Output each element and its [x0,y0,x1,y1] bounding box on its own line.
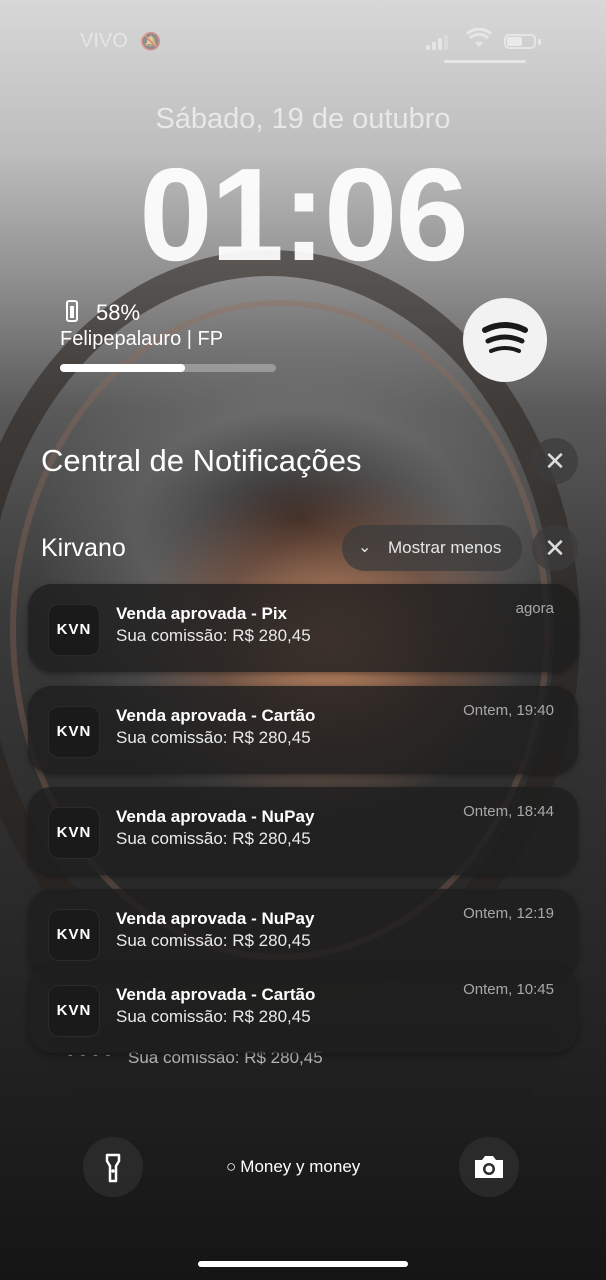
status-bar: VIVO 🔕 [0,27,606,58]
notification-card[interactable]: KVN Venda aprovada - NuPay Sua comissão:… [28,787,578,875]
spotify-icon[interactable] [463,298,547,382]
notification-body: Sua comissão: R$ 280,45 [116,626,311,645]
wifi-icon [465,27,493,56]
battery-percent: 58% [96,300,141,325]
notification-title: Venda aprovada - Cartão [116,706,316,725]
phone-icon [66,300,78,322]
notification-card[interactable]: KVN Venda aprovada - Cartão Sua comissão… [28,965,578,1053]
notification-body: Sua comissão: R$ 280,45 [116,931,311,950]
notification-center-title: Central de Notificações [41,443,362,478]
notification-time: agora [515,600,554,617]
notification-title: Venda aprovada - NuPay [116,807,315,826]
lock-screen: VIVO 🔕 Sábado, 19 de outubro 01:06 58% F… [0,0,606,1280]
close-group-icon[interactable]: ✕ [532,525,578,571]
device-name: Felipepalauro | FP [60,328,224,350]
chevron-down-icon: ⌄ [358,539,372,556]
bell-slash-icon: 🔕 [140,32,162,51]
flashlight-icon[interactable] [83,1137,143,1197]
battery-icon [504,34,536,49]
carrier-label: VIVO [80,30,128,52]
kvn-app-icon: KVN [48,604,100,656]
lock-clock: 01:06 [139,141,469,288]
kvn-app-icon: KVN [48,985,100,1037]
lock-date: Sábado, 19 de outubro [155,103,451,135]
notification-card[interactable]: KVN Venda aprovada - Cartão Sua comissão… [28,686,578,774]
flame-icon: ○ [226,1157,237,1176]
battery-level-bar [60,364,276,372]
battery-tip [538,39,541,45]
now-playing-title: Money y money [240,1157,361,1176]
notification-card[interactable]: KVN Venda aprovada - NuPay Sua comissão:… [28,889,578,977]
notification-card[interactable]: KVN Venda aprovada - Pix Sua comissão: R… [28,584,578,672]
now-playing[interactable]: ○ Money y money [226,1157,360,1177]
battery-widget[interactable]: 58% Felipepalauro | FP [60,298,290,378]
notification-title: Venda aprovada - Pix [116,604,288,623]
kvn-app-icon: KVN [48,909,100,961]
notification-body: Sua comissão: R$ 280,45 [116,728,311,747]
battery-level-fill [60,364,186,372]
control-center-grabber[interactable] [444,60,526,63]
camera-icon[interactable] [459,1137,519,1197]
notification-time: Ontem, 12:19 [463,905,554,922]
show-less-button[interactable]: ⌄ Mostrar menos [342,525,522,571]
cellular-signal-icon [426,34,450,50]
group-app-name: Kirvano [41,534,126,562]
notification-time: Ontem, 19:40 [463,702,554,719]
kvn-app-icon: KVN [48,807,100,859]
close-icon[interactable]: ✕ [532,438,578,484]
notification-title: Venda aprovada - Cartão [116,985,316,1004]
notification-time: Ontem, 10:45 [463,981,554,998]
notification-body: Sua comissão: R$ 280,45 [116,1007,311,1026]
notification-time: Ontem, 18:44 [463,803,554,820]
notification-title: Venda aprovada - NuPay [116,909,315,928]
notification-body: Sua comissão: R$ 280,45 [116,829,311,848]
home-indicator[interactable] [198,1261,408,1267]
show-less-label: Mostrar menos [388,538,502,557]
kvn-app-icon: KVN [48,706,100,758]
